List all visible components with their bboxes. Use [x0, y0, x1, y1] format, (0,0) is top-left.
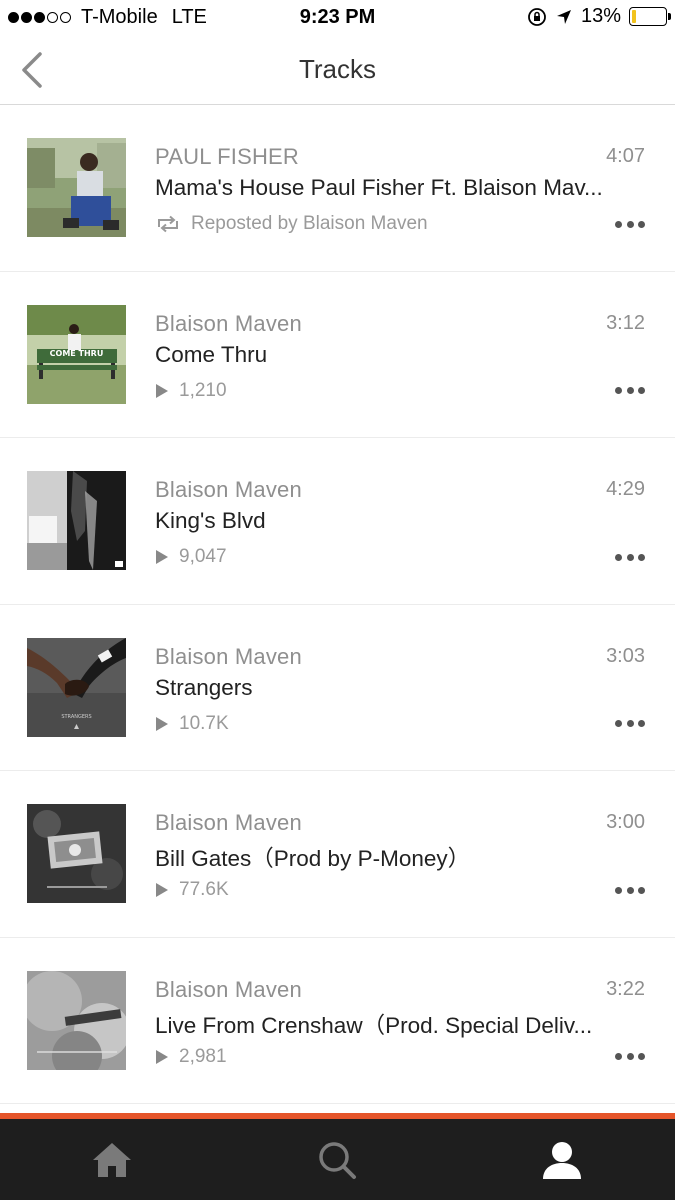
- track-artwork: [27, 138, 126, 237]
- status-bar: T-Mobile LTE 9:23 PM 13%: [0, 0, 675, 36]
- track-row[interactable]: STRANGERS Blaison Maven Strangers 3:03 1…: [0, 605, 675, 771]
- track-row[interactable]: PAUL FISHER Mama's House Paul Fisher Ft.…: [0, 105, 675, 272]
- track-artwork: STRANGERS: [27, 637, 126, 737]
- more-options-button[interactable]: [615, 551, 645, 563]
- track-artwork: COME THRU: [27, 304, 126, 404]
- track-artwork: [27, 471, 126, 570]
- track-title[interactable]: Strangers: [155, 675, 605, 701]
- more-options-button[interactable]: [615, 1051, 645, 1063]
- play-count: 1,210: [179, 379, 227, 401]
- search-icon: [319, 1141, 356, 1179]
- track-duration: 4:29: [606, 478, 645, 500]
- more-options-button[interactable]: [615, 218, 645, 230]
- track-title[interactable]: Bill Gates（Prod by P-Money）: [155, 841, 605, 873]
- track-play-count: 77.6K: [155, 879, 229, 901]
- play-count: 2,981: [179, 1045, 227, 1067]
- page-title: Tracks: [298, 54, 377, 84]
- play-count: 10.7K: [179, 712, 229, 734]
- tab-search[interactable]: [287, 1119, 387, 1200]
- location-arrow-icon: [556, 9, 571, 24]
- track-row[interactable]: Blaison Maven King's Blvd 4:29 9,047: [0, 438, 675, 605]
- track-duration: 4:07: [606, 145, 645, 167]
- play-icon: [156, 883, 168, 897]
- more-options-button[interactable]: [615, 385, 645, 397]
- track-title[interactable]: King's Blvd: [155, 508, 605, 534]
- track-title[interactable]: Come Thru: [155, 342, 605, 368]
- orientation-lock-icon: [528, 7, 546, 26]
- status-right: 13%: [527, 5, 671, 28]
- track-artwork: [27, 804, 126, 903]
- battery-icon: [629, 7, 671, 26]
- track-artist[interactable]: Blaison Maven: [155, 977, 302, 1003]
- track-row[interactable]: Blaison Maven Bill Gates（Prod by P-Money…: [0, 771, 675, 938]
- track-duration: 3:22: [606, 977, 645, 1000]
- repost-text: Reposted by Blaison Maven: [191, 213, 428, 234]
- play-icon: [156, 1049, 168, 1064]
- play-count: 77.6K: [179, 879, 229, 900]
- track-duration: 3:03: [606, 644, 645, 667]
- track-row[interactable]: Blaison Maven Live From Crenshaw（Prod. S…: [0, 938, 675, 1104]
- track-repost-info: Reposted by Blaison Maven: [155, 213, 428, 235]
- play-icon: [156, 716, 168, 731]
- track-artist[interactable]: Blaison Maven: [155, 311, 302, 337]
- track-title[interactable]: Mama's House Paul Fisher Ft. Blaison Mav…: [155, 175, 605, 201]
- track-play-count: 10.7K: [155, 713, 229, 735]
- play-icon: [156, 383, 168, 398]
- more-options-button[interactable]: [615, 718, 645, 730]
- track-row[interactable]: COME THRU Blaison Maven Come Thru 3:12 1…: [0, 272, 675, 438]
- track-artist[interactable]: Blaison Maven: [155, 810, 302, 836]
- profile-icon: [543, 1141, 581, 1179]
- nav-header: Tracks: [0, 36, 675, 105]
- track-title[interactable]: Live From Crenshaw（Prod. Special Deliv..…: [155, 1008, 605, 1040]
- track-play-count: 9,047: [155, 546, 227, 568]
- tab-profile[interactable]: [512, 1119, 612, 1200]
- track-artist[interactable]: PAUL FISHER: [155, 144, 299, 170]
- tab-home[interactable]: [62, 1119, 162, 1200]
- track-artist[interactable]: Blaison Maven: [155, 644, 302, 670]
- artwork-caption: STRANGERS: [61, 714, 91, 720]
- tab-bar: [0, 1119, 675, 1200]
- more-options-button[interactable]: [615, 884, 645, 896]
- home-icon: [93, 1142, 131, 1177]
- track-artwork: [27, 970, 126, 1070]
- track-duration: 3:12: [606, 311, 645, 334]
- track-play-count: 1,210: [155, 380, 227, 402]
- track-list: PAUL FISHER Mama's House Paul Fisher Ft.…: [0, 105, 675, 1104]
- app-screen: T-Mobile LTE 9:23 PM 13% Tracks PAUL FIS…: [0, 0, 675, 1200]
- track-artist[interactable]: Blaison Maven: [155, 477, 302, 503]
- repost-icon: [158, 215, 178, 233]
- track-play-count: 2,981: [155, 1046, 227, 1068]
- battery-percent: 13%: [580, 5, 621, 27]
- play-icon: [156, 550, 168, 564]
- artwork-caption: COME THRU: [50, 349, 104, 358]
- track-duration: 3:00: [606, 811, 645, 833]
- play-count: 9,047: [179, 546, 227, 567]
